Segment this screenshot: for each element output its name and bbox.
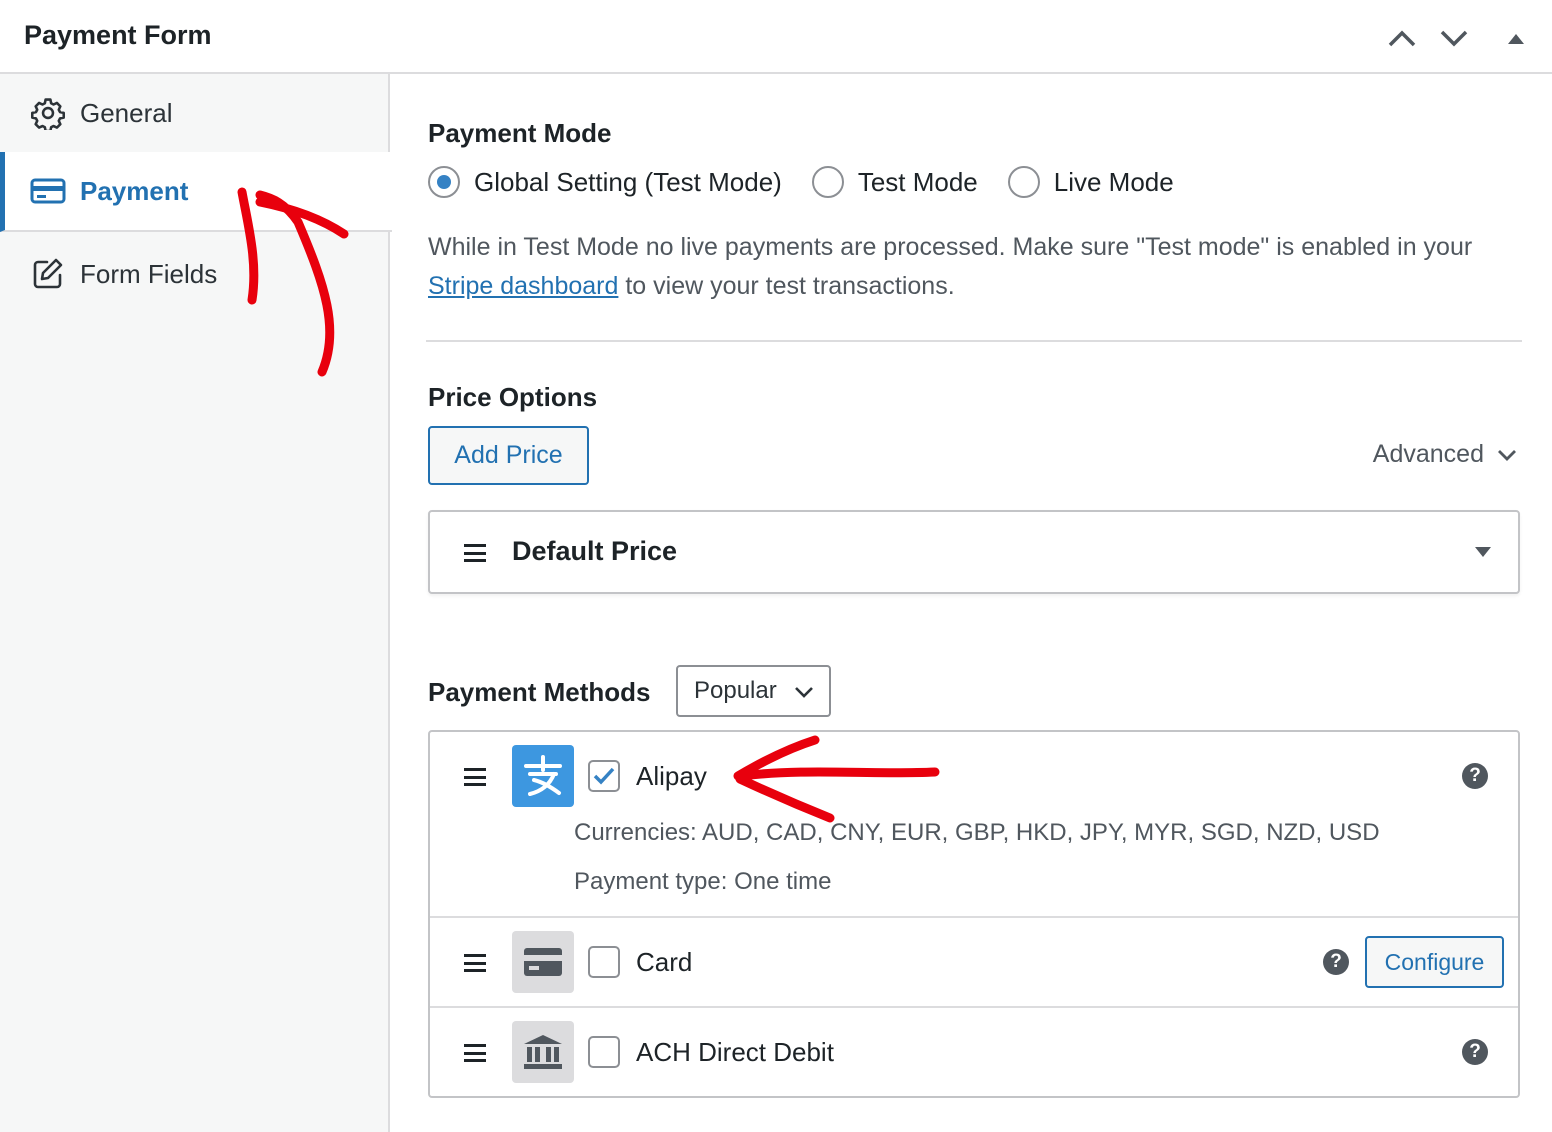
payment-methods-heading: Payment Methods	[428, 677, 651, 707]
triangle-down-icon[interactable]	[1474, 545, 1492, 559]
tab-form-fields-label: Form Fields	[80, 258, 218, 289]
stripe-dashboard-link[interactable]: Stripe dashboard	[428, 272, 618, 300]
chevron-down-icon	[1498, 449, 1516, 461]
advanced-toggle[interactable]: Advanced	[1373, 440, 1518, 469]
radio-live-mode[interactable]: Live Mode	[1007, 166, 1174, 198]
panel-header: Payment Form	[0, 0, 1552, 74]
edit-icon	[30, 256, 66, 292]
payment-methods-filter-select[interactable]: Popular	[676, 665, 831, 717]
tab-payment[interactable]: Payment	[0, 152, 392, 232]
tab-form-fields[interactable]: Form Fields	[0, 234, 390, 314]
help-icon[interactable]: ?	[1462, 1039, 1488, 1065]
radio-test-mode[interactable]: Test Mode	[811, 166, 978, 198]
tab-payment-label: Payment	[80, 175, 189, 206]
drag-handle-icon[interactable]	[464, 768, 486, 786]
radio-global-setting[interactable]: Global Setting (Test Mode)	[428, 166, 782, 198]
alipay-label: Alipay	[636, 761, 707, 791]
price-options-heading: Price Options	[428, 382, 598, 412]
payment-methods-list: Alipay ? Currencies: AUD, CAD, CNY, EUR,…	[428, 730, 1520, 1098]
chevron-down-icon	[1440, 30, 1468, 47]
triangle-up-icon	[1508, 34, 1524, 44]
radio-circle[interactable]	[811, 166, 844, 198]
settings-sidebar: General Payment Form Fields	[0, 74, 392, 1132]
payment-method-ach: ACH Direct Debit ?	[430, 1006, 1518, 1096]
payment-mode-radio-group: Global Setting (Test Mode) Test Mode Liv…	[428, 166, 1204, 198]
tab-general-label: General	[80, 97, 173, 128]
alipay-payment-type: Payment type: One time	[574, 868, 832, 895]
gear-icon	[30, 95, 66, 131]
configure-button[interactable]: Configure	[1365, 936, 1504, 988]
drag-handle-icon[interactable]	[464, 1044, 486, 1062]
help-icon[interactable]: ?	[1462, 763, 1488, 789]
payment-method-card: Card ? Configure	[430, 916, 1518, 1006]
description-text-end: to view your test transactions.	[618, 272, 955, 300]
default-price-panel[interactable]: Default Price	[428, 510, 1520, 594]
payment-mode-heading: Payment Mode	[428, 118, 612, 148]
credit-card-icon	[30, 173, 66, 209]
ach-checkbox[interactable]	[588, 1036, 620, 1068]
add-price-button[interactable]: Add Price	[428, 426, 589, 485]
advanced-label: Advanced	[1372, 440, 1484, 468]
payment-settings-panel: Payment Mode Global Setting (Test Mode) …	[392, 74, 1552, 1132]
radio-circle[interactable]	[1007, 166, 1040, 198]
description-text: While in Test Mode no live payments are …	[428, 233, 1473, 261]
alipay-icon	[512, 745, 574, 807]
move-up-button[interactable]	[1382, 20, 1422, 56]
chevron-down-icon	[795, 687, 813, 698]
collapse-toggle-button[interactable]	[1496, 20, 1536, 56]
help-icon[interactable]: ?	[1323, 949, 1349, 975]
default-price-title: Default Price	[512, 536, 678, 566]
credit-card-icon	[512, 931, 574, 993]
card-label: Card	[636, 947, 693, 977]
radio-live-mode-label: Live Mode	[1053, 166, 1174, 197]
tab-general[interactable]: General	[0, 74, 390, 154]
bank-icon	[512, 1021, 574, 1083]
alipay-currencies: Currencies: AUD, CAD, CNY, EUR, GBP, HKD…	[574, 819, 1380, 846]
drag-handle-icon[interactable]	[464, 954, 486, 972]
chevron-up-icon	[1388, 30, 1416, 47]
move-down-button[interactable]	[1434, 20, 1474, 56]
section-divider	[426, 340, 1522, 342]
radio-circle-selected[interactable]	[428, 166, 460, 198]
test-mode-description: While in Test Mode no live payments are …	[428, 228, 1518, 306]
ach-label: ACH Direct Debit	[636, 1037, 834, 1067]
radio-global-setting-label: Global Setting (Test Mode)	[474, 166, 782, 197]
alipay-checkbox[interactable]	[588, 760, 620, 792]
filter-selected-value: Popular	[694, 677, 777, 704]
card-checkbox[interactable]	[588, 946, 620, 978]
radio-test-mode-label: Test Mode	[857, 166, 978, 197]
panel-title: Payment Form	[24, 20, 212, 50]
checkmark-icon	[593, 767, 615, 785]
drag-handle-icon[interactable]	[464, 544, 486, 562]
payment-method-alipay: Alipay ? Currencies: AUD, CAD, CNY, EUR,…	[430, 732, 1518, 916]
